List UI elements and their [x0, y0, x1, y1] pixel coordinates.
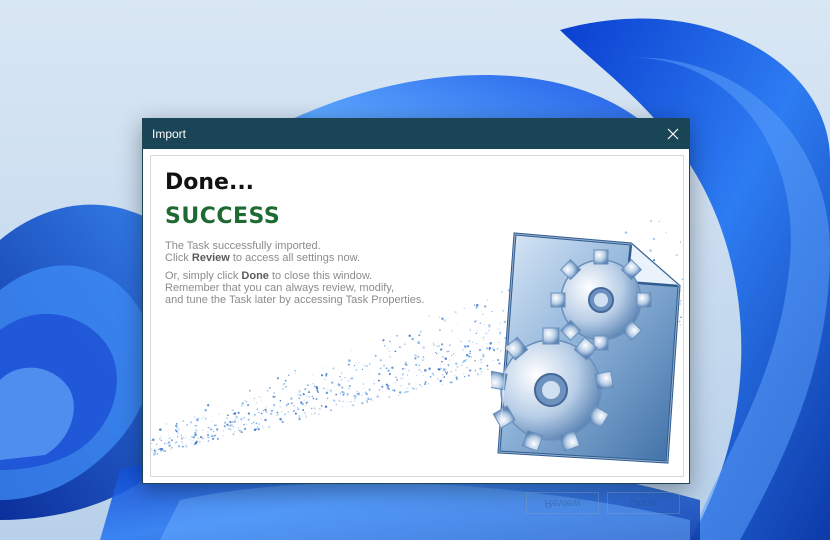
close-button[interactable] [657, 119, 689, 149]
window-title: Import [152, 127, 187, 141]
close-icon [667, 128, 679, 140]
message-line-2-bold: Review [191, 252, 230, 264]
message-line-4: Remember that you can always review, mod… [165, 282, 395, 294]
message-line-2-post: to access all settings now. [229, 252, 361, 264]
page-title: Done... [165, 170, 255, 195]
message-line-3-pre: Or, simply click [165, 270, 242, 282]
import-dialog: Import Done... SUCCESS The Task successf… [142, 118, 690, 484]
content-panel: Done... SUCCESS The Task successfully im… [150, 155, 684, 477]
message-line-3-bold: Done [241, 270, 269, 282]
message-line-2-pre: Click [165, 252, 192, 264]
message-text: The Task successfully imported. Click Re… [165, 240, 485, 312]
message-line-5: and tune the Task later by accessing Tas… [165, 294, 425, 306]
message-line-1: The Task successfully imported. [165, 240, 321, 252]
message-line-3-post: to close this window. [268, 270, 373, 282]
status-label: SUCCESS [165, 204, 281, 229]
document-gears-icon [491, 232, 681, 464]
titlebar: Import [143, 119, 689, 149]
